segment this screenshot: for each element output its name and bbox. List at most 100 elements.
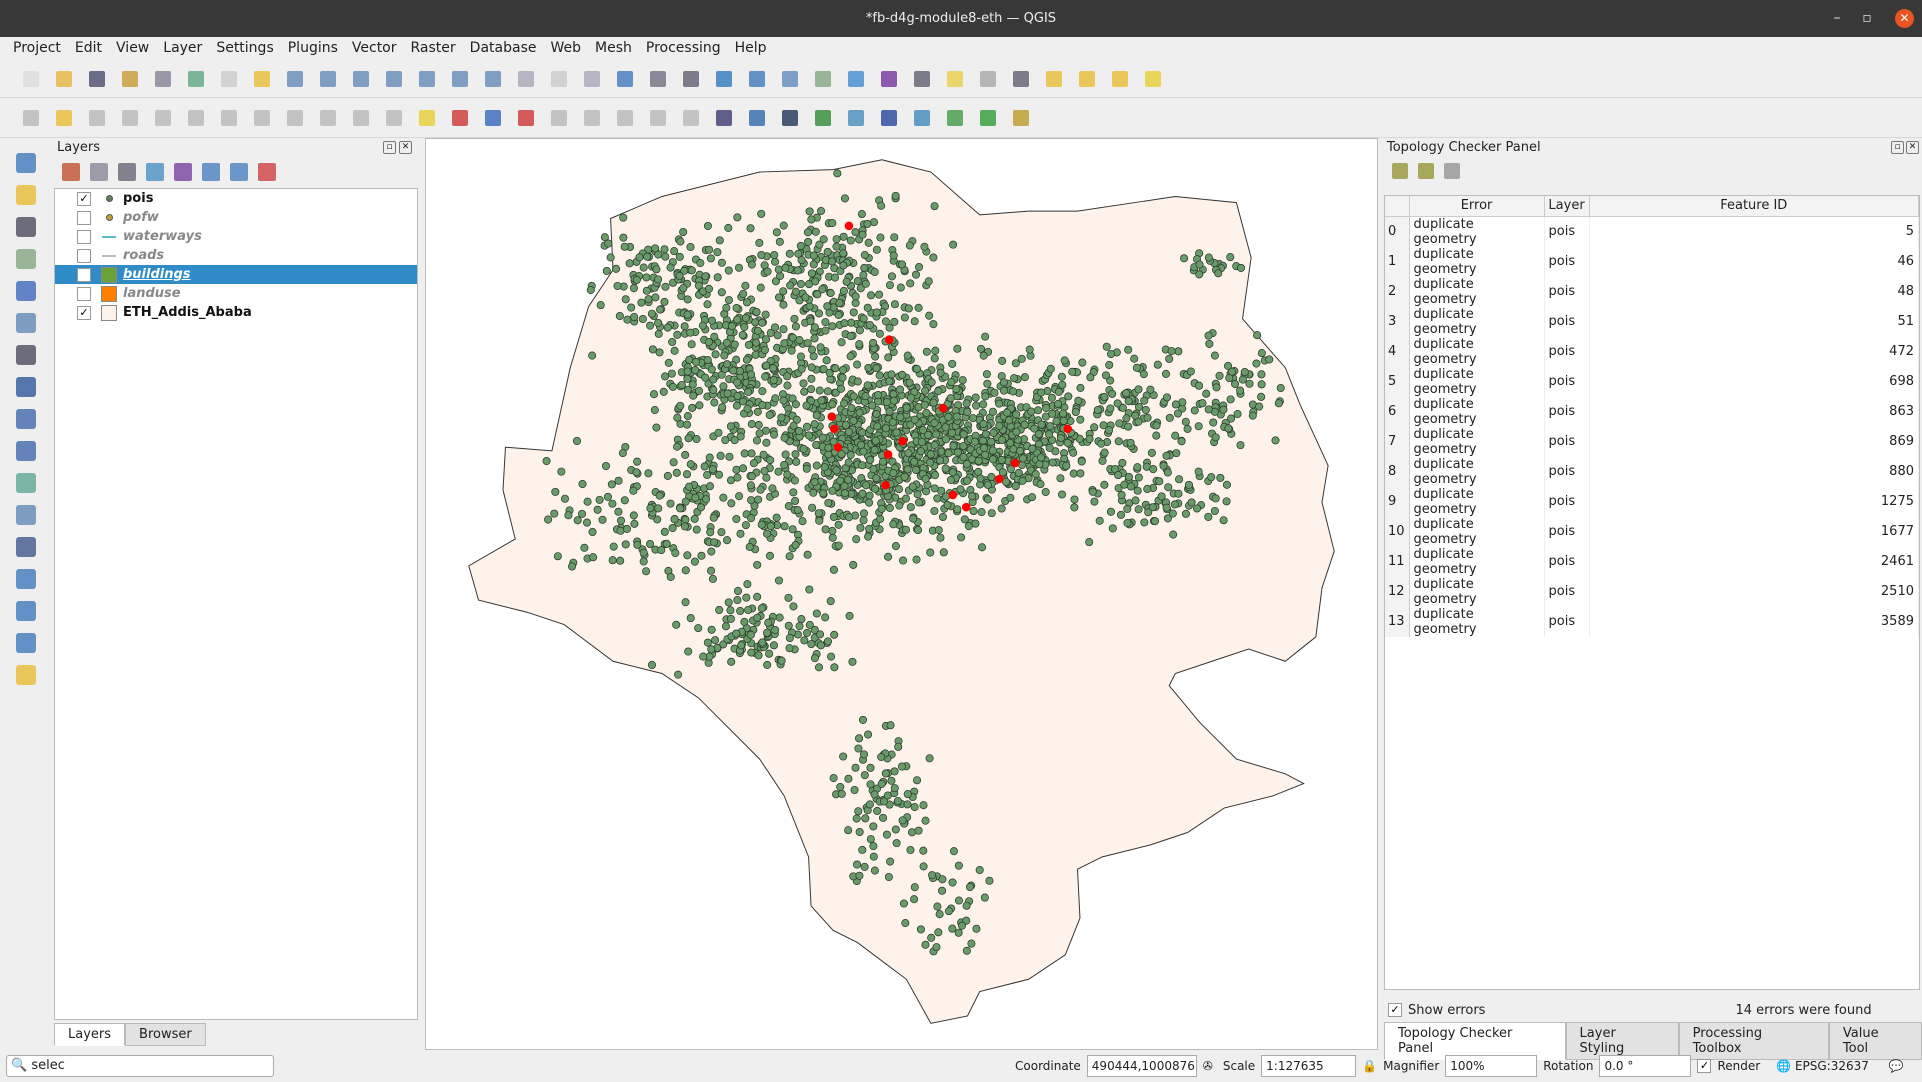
float-panel-icon[interactable]: ▫ bbox=[383, 141, 396, 154]
close-panel-icon[interactable]: ✕ bbox=[1906, 141, 1919, 154]
cut-icon[interactable] bbox=[249, 105, 275, 131]
show-errors-checkbox[interactable]: ✓ bbox=[1388, 1003, 1402, 1017]
save-edits-icon[interactable] bbox=[84, 105, 110, 131]
error-point[interactable] bbox=[995, 474, 1004, 484]
python-icon[interactable] bbox=[744, 105, 770, 131]
zoom-out-icon[interactable] bbox=[315, 66, 341, 92]
rotate-label-icon[interactable] bbox=[579, 105, 605, 131]
show-bookmarks-icon[interactable] bbox=[645, 66, 671, 92]
add-raster-icon[interactable] bbox=[12, 278, 40, 304]
error-row[interactable]: 13 duplicate geometry pois 3589 bbox=[1385, 606, 1919, 637]
menu-raster[interactable]: Raster bbox=[404, 37, 463, 60]
layer-visibility-checkbox[interactable] bbox=[77, 267, 91, 282]
rotation-field[interactable]: 0.0 ° bbox=[1599, 1055, 1692, 1077]
add-wms-wmts-icon[interactable] bbox=[12, 566, 40, 592]
plugin-map-icon[interactable] bbox=[843, 105, 869, 131]
error-row[interactable]: 9 duplicate geometry pois 1275 bbox=[1385, 486, 1919, 517]
collapse-all-icon[interactable] bbox=[230, 163, 248, 181]
error-row[interactable]: 12 duplicate geometry pois 2510 bbox=[1385, 576, 1919, 607]
select-location-icon[interactable] bbox=[1140, 66, 1166, 92]
tools-icon[interactable] bbox=[1008, 105, 1034, 131]
statistics-icon[interactable] bbox=[810, 66, 836, 92]
error-row[interactable]: 5 duplicate geometry pois 698 bbox=[1385, 366, 1919, 397]
error-point[interactable] bbox=[1010, 458, 1020, 468]
error-point[interactable] bbox=[827, 412, 837, 421]
topology-checker-icon[interactable] bbox=[909, 105, 935, 131]
filter-expression-icon[interactable] bbox=[174, 163, 192, 181]
open-project-icon[interactable] bbox=[51, 66, 77, 92]
layer-visibility-checkbox[interactable] bbox=[77, 286, 91, 301]
layout-manager-icon[interactable] bbox=[150, 66, 176, 92]
data-source-manager-icon[interactable] bbox=[12, 150, 40, 176]
expand-all-icon[interactable] bbox=[202, 163, 220, 181]
layer-landuse[interactable]: landuse bbox=[55, 284, 417, 303]
virtual-layer-icon[interactable] bbox=[12, 310, 40, 336]
pan-icon[interactable] bbox=[216, 66, 242, 92]
select-features-icon[interactable] bbox=[1041, 66, 1067, 92]
zoom-to-layer-icon[interactable] bbox=[414, 66, 440, 92]
pin-labels-icon[interactable] bbox=[480, 105, 506, 131]
layer-visibility-checkbox[interactable] bbox=[77, 210, 91, 225]
tab-browser[interactable]: Browser bbox=[125, 1023, 206, 1046]
locator-search[interactable]: 🔍 selec bbox=[6, 1055, 274, 1077]
error-point[interactable] bbox=[881, 480, 890, 490]
close-panel-icon[interactable]: ✕ bbox=[399, 141, 412, 154]
open-styling-icon[interactable] bbox=[62, 163, 80, 181]
validate-extent-icon[interactable] bbox=[1418, 163, 1434, 179]
error-row[interactable]: 3 duplicate geometry pois 51 bbox=[1385, 306, 1919, 337]
earth-icon[interactable] bbox=[777, 105, 803, 131]
error-row[interactable]: 11 duplicate geometry pois 2461 bbox=[1385, 546, 1919, 577]
help-icon[interactable] bbox=[876, 105, 902, 131]
diagram-icon[interactable] bbox=[447, 105, 473, 131]
error-point[interactable] bbox=[829, 424, 839, 434]
filter-legend-icon[interactable] bbox=[146, 163, 164, 181]
menu-project[interactable]: Project bbox=[6, 37, 68, 60]
column-error[interactable]: Error bbox=[1409, 196, 1545, 217]
temporal-controller-icon[interactable] bbox=[678, 66, 704, 92]
zoom-native-icon[interactable] bbox=[447, 66, 473, 92]
map-canvas[interactable] bbox=[425, 138, 1378, 1050]
delete-selected-icon[interactable] bbox=[216, 105, 242, 131]
maximize-button[interactable]: ▫ bbox=[1852, 0, 1882, 37]
layer-buildings[interactable]: buildings bbox=[55, 265, 417, 284]
zoom-full-icon[interactable] bbox=[348, 66, 374, 92]
layer-visibility-checkbox[interactable]: ✓ bbox=[77, 305, 91, 320]
menu-vector[interactable]: Vector bbox=[345, 37, 404, 60]
copy-icon[interactable] bbox=[282, 105, 308, 131]
zoom-in-icon[interactable] bbox=[282, 66, 308, 92]
search-input[interactable]: selec bbox=[31, 1058, 65, 1073]
map-svg[interactable] bbox=[426, 139, 1377, 1049]
search-plugin-icon[interactable] bbox=[975, 105, 1001, 131]
render-checkbox[interactable]: ✓ bbox=[1697, 1059, 1712, 1073]
menu-web[interactable]: Web bbox=[543, 37, 588, 60]
modify-attributes-icon[interactable] bbox=[183, 105, 209, 131]
menu-view[interactable]: View bbox=[109, 37, 156, 60]
error-row[interactable]: 4 duplicate geometry pois 472 bbox=[1385, 336, 1919, 367]
remove-layer-icon[interactable] bbox=[258, 163, 276, 181]
menu-layer[interactable]: Layer bbox=[156, 37, 209, 60]
add-feature-icon[interactable] bbox=[117, 105, 143, 131]
actions-icon[interactable] bbox=[975, 66, 1001, 92]
redo-icon[interactable] bbox=[381, 105, 407, 131]
add-vector-layer-icon[interactable] bbox=[12, 342, 40, 368]
identify-icon[interactable] bbox=[744, 66, 770, 92]
new-project-icon[interactable] bbox=[18, 66, 44, 92]
globe-icon[interactable] bbox=[711, 105, 737, 131]
close-button[interactable]: ✕ bbox=[1895, 9, 1914, 28]
layer-visibility-checkbox[interactable] bbox=[77, 229, 91, 244]
menu-edit[interactable]: Edit bbox=[68, 37, 109, 60]
error-point[interactable] bbox=[898, 436, 908, 446]
toggle-editing-icon[interactable] bbox=[51, 105, 77, 131]
layer-pois[interactable]: ✓ pois bbox=[55, 189, 417, 208]
attribute-table-icon[interactable] bbox=[777, 66, 803, 92]
menu-settings[interactable]: Settings bbox=[209, 37, 280, 60]
show-hide-labels-icon[interactable] bbox=[513, 105, 539, 131]
add-arcgis-icon[interactable] bbox=[12, 662, 40, 688]
map-tips-icon[interactable] bbox=[942, 66, 968, 92]
add-wcs-icon[interactable] bbox=[12, 598, 40, 624]
validate-all-icon[interactable] bbox=[1392, 163, 1408, 179]
menu-plugins[interactable]: Plugins bbox=[281, 37, 345, 60]
minimize-button[interactable]: – bbox=[1822, 0, 1852, 37]
change-label-icon[interactable] bbox=[612, 105, 638, 131]
new-print-layout-icon[interactable] bbox=[117, 66, 143, 92]
